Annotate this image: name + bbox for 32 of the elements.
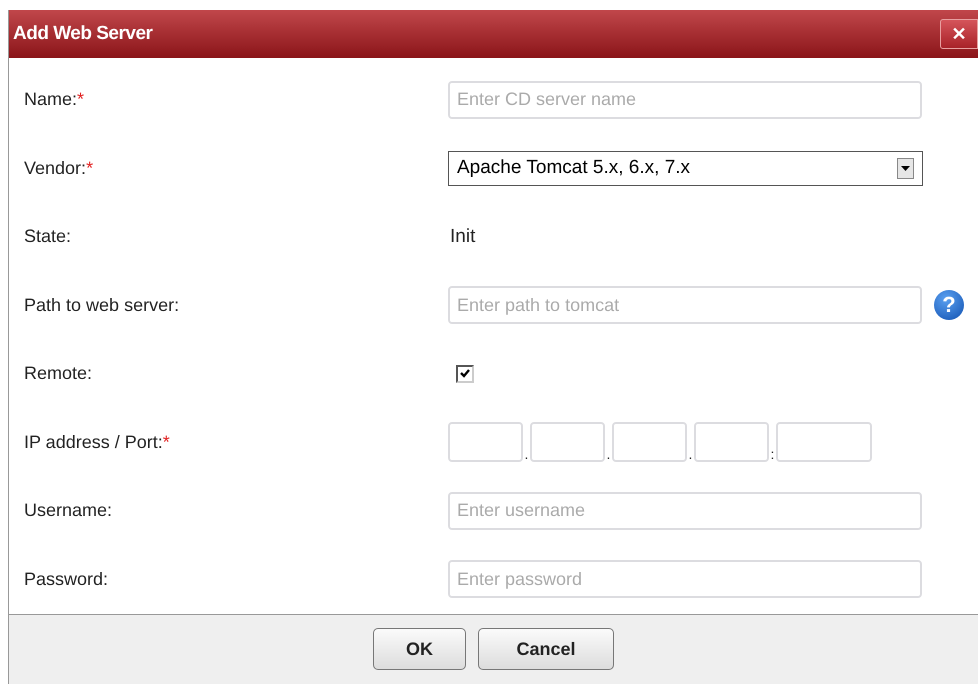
- separator: .: [606, 446, 612, 462]
- field-label: Name:: [24, 89, 78, 110]
- port-field[interactable]: [776, 422, 872, 462]
- input-field[interactable]: Enter username: [448, 492, 922, 530]
- ip-octet-field[interactable]: [448, 422, 523, 462]
- field-label: Remote:: [24, 363, 92, 384]
- separator: .: [688, 446, 694, 462]
- required-mark: *: [162, 432, 170, 452]
- field-label: Path to web server:: [24, 294, 180, 315]
- ip-octet-field[interactable]: [612, 422, 687, 462]
- input-field[interactable]: Enter CD server name: [448, 80, 922, 119]
- dialog-button[interactable]: Cancel: [478, 628, 614, 670]
- field-label: State:: [24, 226, 72, 246]
- required-mark: *: [86, 158, 94, 178]
- field-label: IP address / Port:: [24, 432, 163, 452]
- required-mark: *: [77, 89, 84, 110]
- input-field[interactable]: Enter password: [448, 560, 922, 598]
- dialog-button[interactable]: OK: [373, 628, 466, 670]
- window-title: Add Web Server: [13, 22, 152, 45]
- field-label: Password:: [24, 568, 108, 589]
- check-mark-icon: [459, 368, 471, 380]
- field-label: Vendor:: [24, 158, 86, 178]
- separator: :: [770, 446, 776, 462]
- field-label: Username:: [24, 500, 112, 520]
- close-button[interactable]: ✕: [940, 18, 978, 49]
- separator: .: [524, 446, 530, 462]
- ip-octet-field[interactable]: [694, 422, 769, 462]
- input-field[interactable]: Enter path to tomcat: [448, 286, 922, 324]
- ip-octet-field[interactable]: [530, 422, 605, 462]
- checkbox[interactable]: [456, 364, 474, 383]
- vendor-dropdown[interactable]: Apache Tomcat 5.x, 6.x, 7.x: [448, 150, 923, 186]
- state-value: Init: [449, 226, 476, 248]
